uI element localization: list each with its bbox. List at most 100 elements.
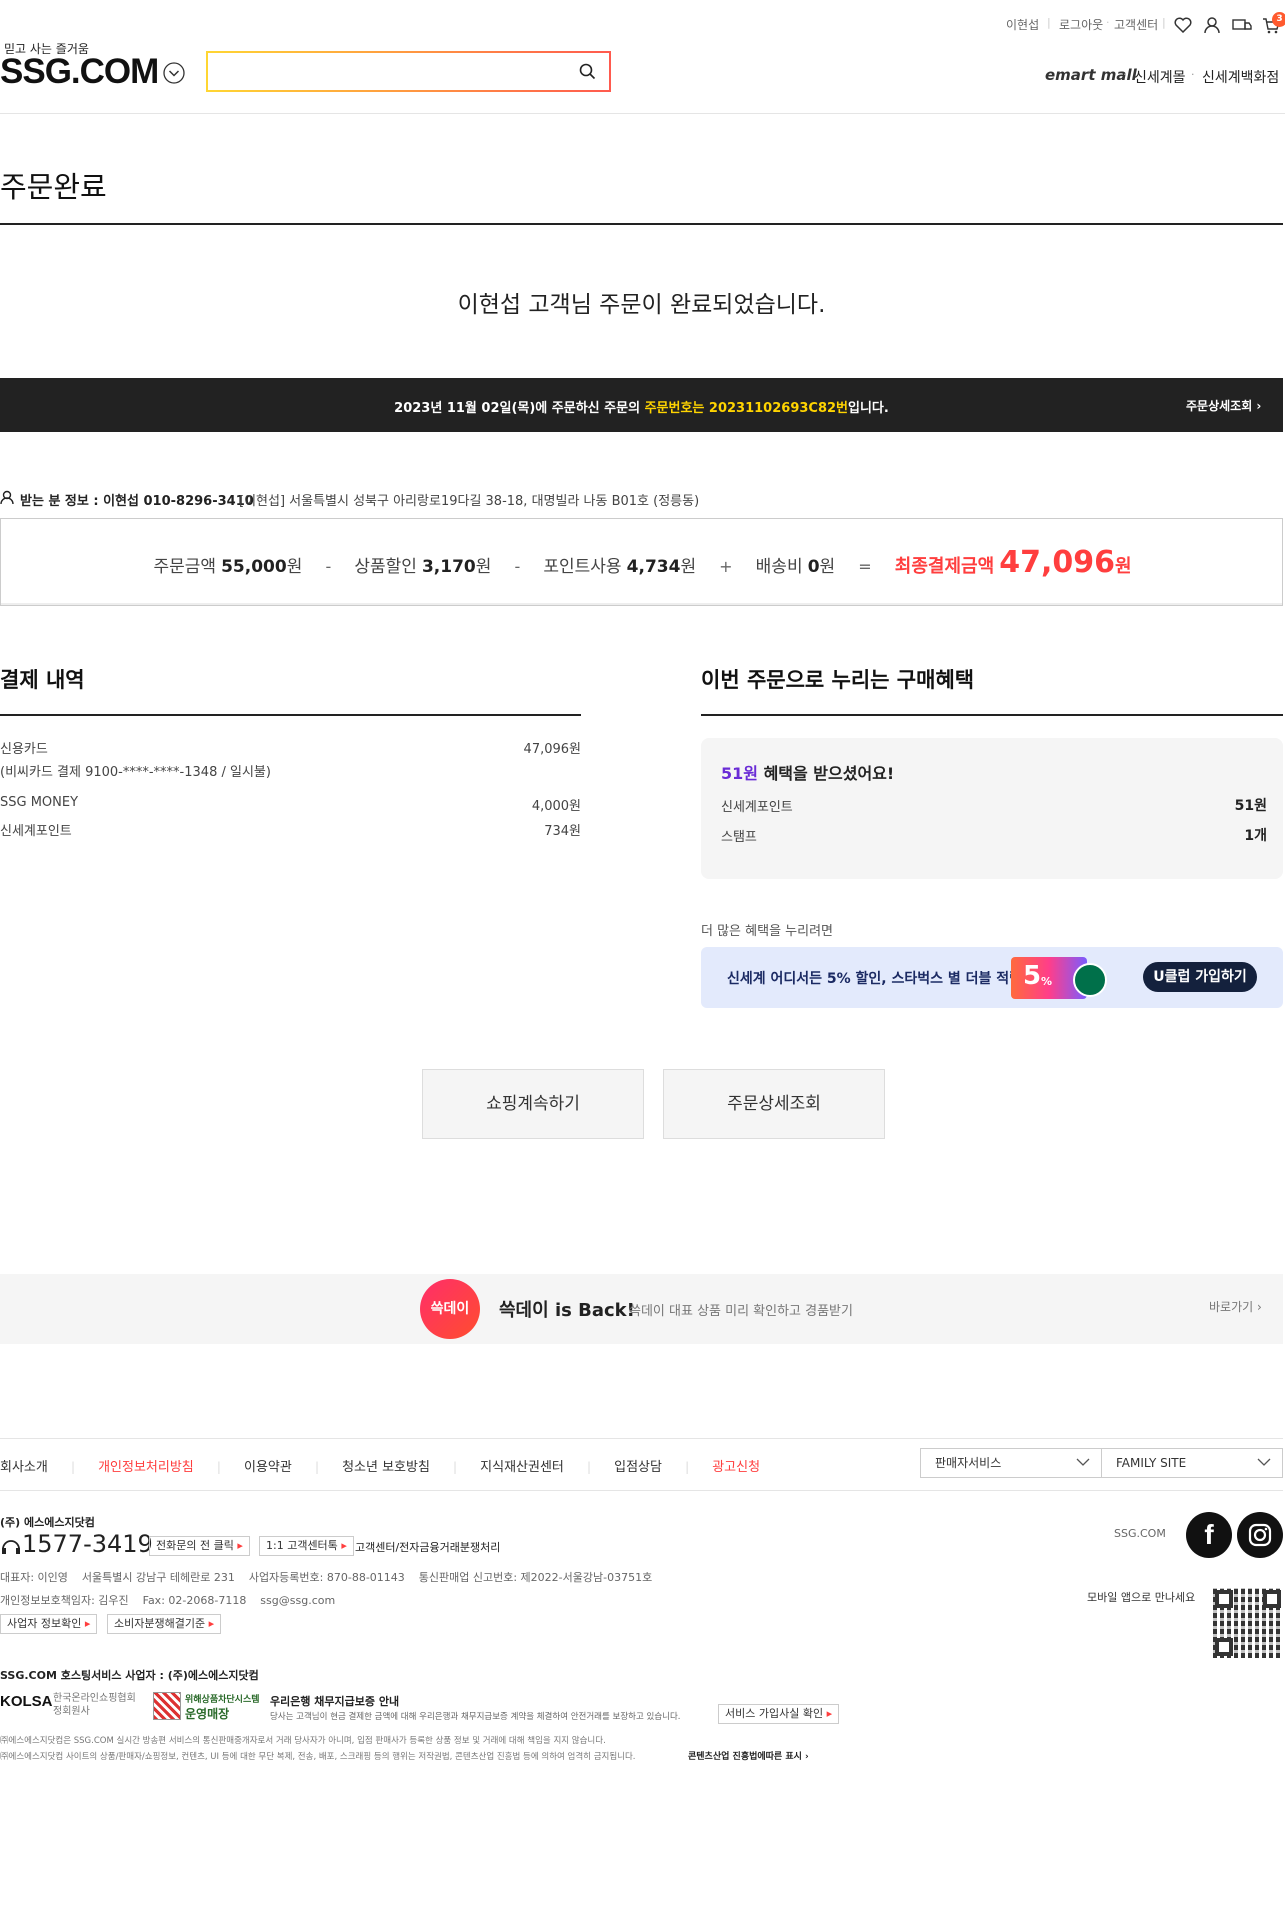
receiver-address: [이현섭] 서울특별시 성북구 아리랑로19다길 38-18, 대명빌라 나동 … xyxy=(239,494,700,509)
service-join-label: 서비스 가입사실 확인 xyxy=(725,1707,824,1720)
uclub-join-button[interactable]: U클럽 가입하기 xyxy=(1143,962,1257,992)
order-amount-label: 주문금액 xyxy=(153,557,216,577)
sseukday-badge: 쓱데이 xyxy=(420,1279,480,1339)
order-complete-message: 이현섭 고객님 주문이 완료되었습니다. xyxy=(457,292,826,318)
order-detail-link[interactable]: 주문상세조회 › xyxy=(1186,397,1261,414)
benefit-summary-box: 51원 혜택을 받으셨어요! 신세계포인트 51원 스탬프 1개 xyxy=(701,738,1283,879)
shipping-value: 0 xyxy=(807,557,820,577)
order-number: 주문번호는 20231102693C82번 xyxy=(644,401,848,416)
uclub-banner[interactable]: 신세계 어디서든 5% 할인, 스타벅스 별 더블 적립 5 % U클럽 가입하… xyxy=(701,947,1283,1008)
search-input[interactable] xyxy=(206,51,611,92)
point-use-label: 포인트사용 xyxy=(543,557,622,577)
uclub-percent: 5 xyxy=(1023,961,1042,991)
order-detail-label: 주문상세조회 xyxy=(1186,399,1253,413)
company-info-2: 개인정보보호책임자: 김우진 Fax: 02-2068-7118 ssg@ssg… xyxy=(0,1594,336,1607)
content-notice-label: 콘텐츠산업 진흥법에따른 표시 xyxy=(688,1752,802,1762)
benefit-headline-text: 혜택을 받으셨어요! xyxy=(758,764,895,783)
instagram-icon[interactable] xyxy=(1237,1512,1283,1558)
customer-center-link[interactable]: 고객센터 xyxy=(1114,16,1158,33)
footer-link-partner[interactable]: 입점상담 xyxy=(614,1460,662,1475)
shinsegae-dept-link[interactable]: 신세계백화점 xyxy=(1202,67,1279,87)
sseukday-banner[interactable]: 쓱데이 쓱데이 is Back! 쓱데이 대표 상품 미리 확인하고 경품받기 … xyxy=(0,1274,1283,1344)
sseukday-go-link[interactable]: 바로가기 › xyxy=(1209,1298,1262,1315)
footer-link-terms[interactable]: 이용약관 xyxy=(244,1460,292,1475)
benefit-point-label: 신세계포인트 xyxy=(721,800,793,815)
footer-link-company[interactable]: 회사소개 xyxy=(0,1460,48,1475)
user-icon[interactable] xyxy=(1204,16,1220,34)
phone-inquiry-chip[interactable]: 전화문의 전 클릭 ▸ xyxy=(149,1536,250,1556)
ssg-logo[interactable]: SSG.COM xyxy=(0,52,159,92)
order-number-bar: 2023년 11월 02일(목)에 주문하신 주문의 주문번호는 2023110… xyxy=(0,378,1283,432)
shinsegae-mall-link[interactable]: 신세계몰 xyxy=(1134,67,1186,87)
footer-separator: | xyxy=(453,1460,458,1474)
minus-operator: - xyxy=(325,557,332,576)
footer-separator: | xyxy=(70,1460,75,1474)
plus-operator: + xyxy=(719,557,733,576)
benefit-headline: 51원 혜택을 받으셨어요! xyxy=(721,760,894,784)
bank-guarantee-title: 우리은행 채무지급보증 안내 xyxy=(270,1695,400,1708)
title-divider xyxy=(0,223,1283,225)
delivery-truck-icon[interactable] xyxy=(1232,18,1252,32)
chevron-down-icon xyxy=(1076,1458,1090,1466)
uclub-percent-sign: % xyxy=(1041,975,1053,988)
starbucks-logo-icon xyxy=(1073,963,1107,997)
headset-icon xyxy=(0,1536,22,1558)
util-separator: | xyxy=(1047,16,1051,29)
company-info-1: 대표자: 이인영 서울특별시 강남구 테헤란로 231 사업자등록번호: 870… xyxy=(0,1571,653,1584)
kolsa-text: 한국온라인쇼핑협회 정회원사 xyxy=(53,1693,136,1717)
discount-label: 상품할인 xyxy=(354,557,417,577)
business-info-chip[interactable]: 사업자 정보확인 ▸ xyxy=(0,1614,98,1634)
order-detail-button[interactable]: 주문상세조회 xyxy=(663,1069,885,1139)
family-site-select[interactable]: FAMILY SITE xyxy=(1101,1448,1283,1478)
dispute-standard-chip[interactable]: 소비자분쟁해결기준 ▸ xyxy=(107,1614,222,1634)
util-separator: | xyxy=(1162,16,1166,29)
footer-link-privacy[interactable]: 개인정보처리방침 xyxy=(98,1460,194,1475)
qr-finder xyxy=(1263,1590,1281,1608)
qr-code-icon xyxy=(1213,1588,1283,1658)
kolsa-logo: KOLSA xyxy=(0,1693,53,1710)
business-info-label: 사업자 정보확인 xyxy=(7,1617,82,1630)
page-title: 주문완료 xyxy=(0,170,107,204)
qr-finder xyxy=(1215,1590,1233,1608)
content-notice-link[interactable]: 콘텐츠산업 진흥법에따른 표시 › xyxy=(688,1749,809,1762)
heart-icon[interactable] xyxy=(1174,17,1192,33)
sseukday-go-label: 바로가기 xyxy=(1209,1300,1254,1314)
footer-link-youth[interactable]: 청소년 보호방침 xyxy=(342,1460,430,1475)
dispute-standard-label: 소비자분쟁해결기준 xyxy=(114,1617,206,1630)
facebook-icon[interactable]: f xyxy=(1186,1512,1232,1558)
order-suffix: 입니다. xyxy=(848,401,889,416)
ssg-money-label: SSG MONEY xyxy=(0,795,79,810)
discount-value: 3,170 xyxy=(421,557,476,577)
continue-shopping-button[interactable]: 쇼핑계속하기 xyxy=(422,1069,644,1139)
uclub-banner-text: 신세계 어디서든 5% 할인, 스타벅스 별 더블 적립 xyxy=(727,971,1023,987)
won-unit: 원 xyxy=(680,557,697,577)
hosting-provider: SSG.COM 호스팅서비스 사업자 : (주)에스에스지닷컴 xyxy=(0,1669,259,1682)
footer-link-ip[interactable]: 지식재산권센터 xyxy=(480,1460,564,1475)
search-icon[interactable] xyxy=(579,63,596,80)
service-join-chip[interactable]: 서비스 가입사실 확인 ▸ xyxy=(718,1704,840,1724)
payment-history-title: 결제 내역 xyxy=(0,668,85,692)
family-site-label: FAMILY SITE xyxy=(1116,1456,1187,1470)
safety-cert-title: 위해상품차단시스템 xyxy=(185,1695,260,1705)
logout-link[interactable]: 로그아웃 xyxy=(1059,16,1103,33)
sseukday-subtitle: 쓱데이 대표 상품 미리 확인하고 경품받기 xyxy=(629,1304,853,1319)
chat-center-chip[interactable]: 1:1 고객센터톡 ▸ xyxy=(259,1536,354,1556)
customer-phone[interactable]: 1577-3419 xyxy=(22,1530,153,1558)
order-date-text: 2023년 11월 02일(목)에 주문하신 주문의 xyxy=(394,401,645,416)
bank-guarantee-text: 당사는 고객님이 현금 결제한 금액에 대해 우리은행과 채무지급보증 계약을 … xyxy=(270,1712,681,1722)
mobile-app-text: 모바일 앱으로 만나세요 xyxy=(1087,1591,1196,1604)
shinsegae-point-label: 신세계포인트 xyxy=(0,824,72,839)
chevron-down-icon xyxy=(1257,1458,1271,1466)
won-unit: 원 xyxy=(819,557,836,577)
order-number-text: 2023년 11월 02일(목)에 주문하신 주문의 주문번호는 2023110… xyxy=(0,397,1283,416)
chevron-down-icon[interactable] xyxy=(163,62,185,84)
final-amount-label: 최종결제금액 xyxy=(894,556,995,577)
safety-cert-icon xyxy=(153,1692,181,1720)
user-name-link[interactable]: 이현섭 xyxy=(1006,16,1039,33)
final-won-unit: 원 xyxy=(1115,556,1132,577)
order-amount-value: 55,000 xyxy=(221,557,287,577)
final-amount-value: 47,096 xyxy=(999,545,1115,580)
seller-service-select[interactable]: 판매자서비스 xyxy=(920,1448,1102,1478)
footer-notice-2: ㈜에스에스지닷컴 사이트의 상품/판매자/쇼핑정보, 컨텐츠, UI 등에 대한… xyxy=(0,1752,636,1762)
footer-link-ads[interactable]: 광고신청 xyxy=(712,1460,760,1475)
